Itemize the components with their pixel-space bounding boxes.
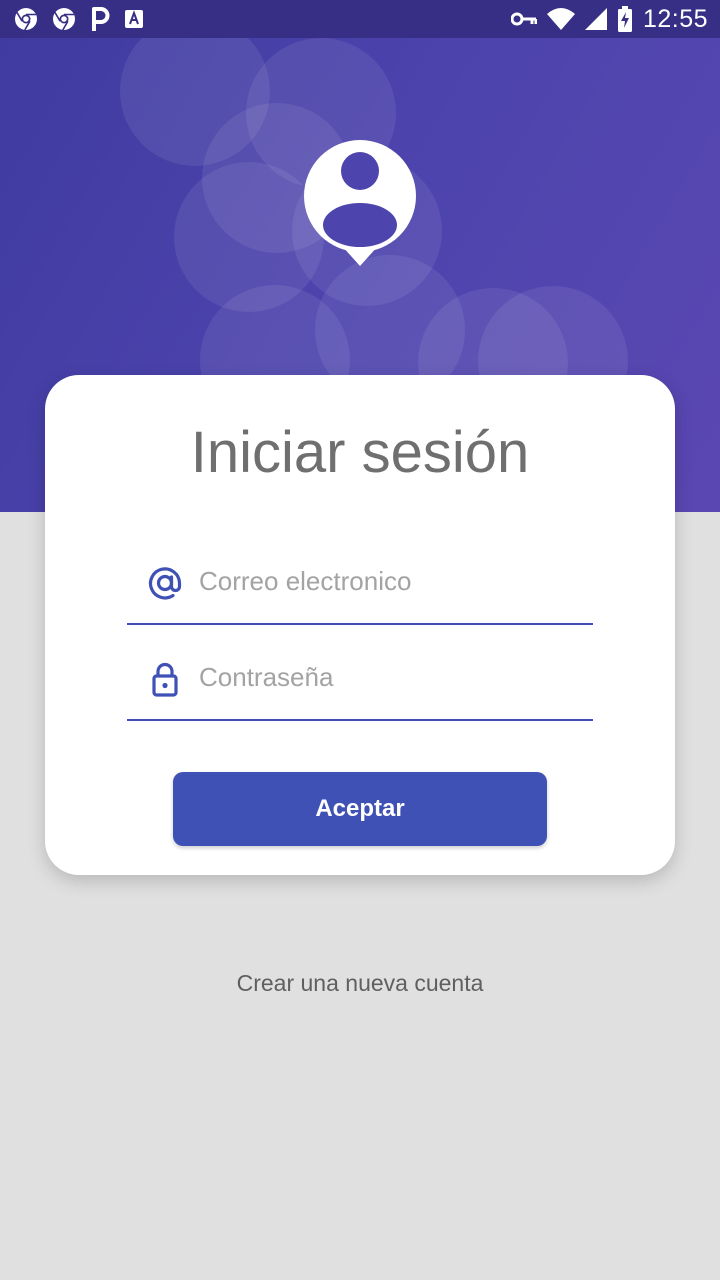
- page-title: Iniciar sesión: [190, 420, 530, 485]
- status-time: 12:55: [642, 4, 708, 33]
- create-account-link[interactable]: Crear una nueva cuenta: [0, 970, 720, 997]
- login-card: Iniciar sesión Aceptar: [45, 375, 675, 875]
- status-bar: 12:55: [0, 0, 720, 38]
- notification-icons: [14, 6, 144, 32]
- email-input[interactable]: [199, 559, 579, 603]
- user-pin-icon: [302, 138, 418, 268]
- chrome-icon: [52, 7, 76, 31]
- parking-app-icon: [90, 6, 110, 32]
- at-sign-icon: [147, 565, 183, 601]
- wifi-icon: [546, 8, 575, 30]
- signal-icon: [584, 8, 607, 30]
- accept-button[interactable]: Aceptar: [173, 772, 547, 846]
- lock-icon: [147, 661, 183, 697]
- vpn-key-icon: [510, 11, 537, 27]
- keyboard-app-icon: [124, 9, 144, 29]
- password-input[interactable]: [199, 655, 579, 699]
- password-field[interactable]: [127, 655, 593, 721]
- chrome-icon: [14, 7, 38, 31]
- email-field[interactable]: [127, 559, 593, 625]
- system-icons: 12:55: [510, 4, 708, 34]
- battery-charging-icon: [617, 6, 633, 32]
